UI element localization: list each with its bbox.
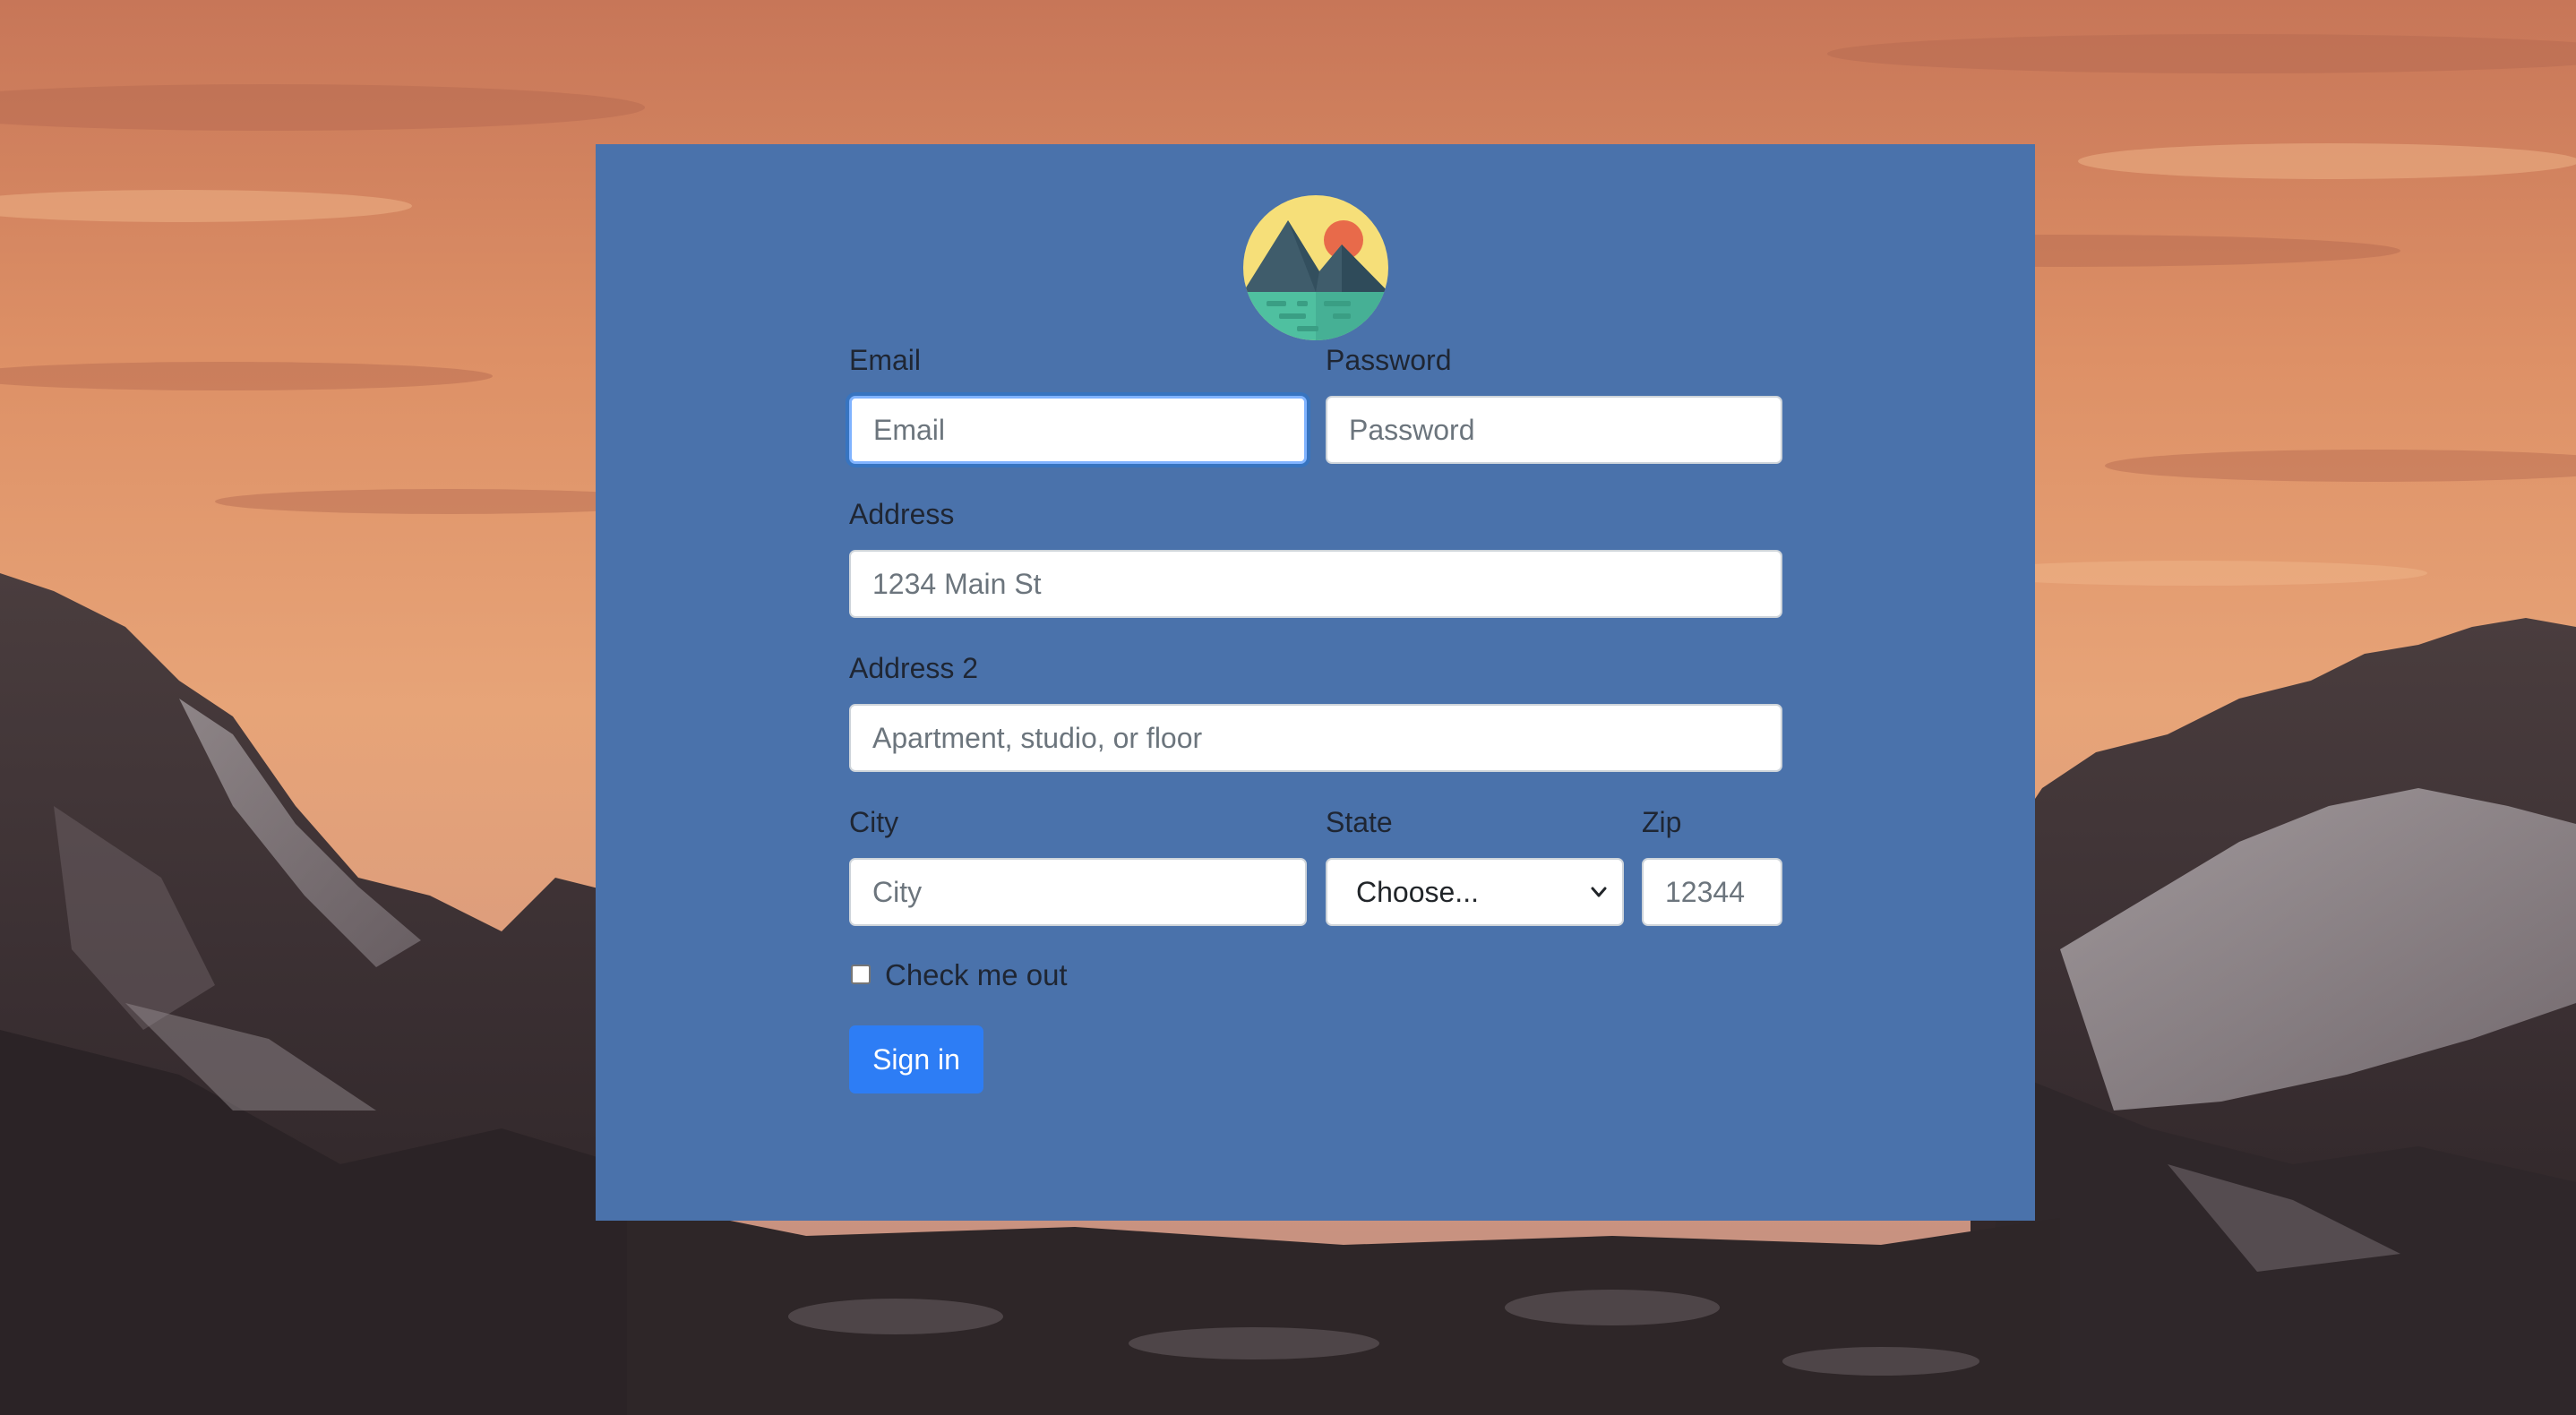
check-me-out-label[interactable]: Check me out (885, 957, 1068, 993)
address2-input[interactable]: Apartment, studio, or floor (849, 704, 1782, 772)
state-select[interactable]: Choose... (1326, 858, 1624, 926)
email-label: Email (849, 344, 922, 376)
sign-in-button[interactable]: Sign in (849, 1025, 983, 1093)
chevron-down-icon (1591, 887, 1607, 897)
state-selected-value: Choose... (1356, 876, 1479, 908)
state-label: State (1326, 806, 1393, 838)
address-label: Address (849, 498, 955, 530)
address-input[interactable]: 1234 Main St (849, 550, 1782, 618)
check-me-out-checkbox[interactable] (851, 965, 871, 984)
mountain-logo-icon (1243, 195, 1388, 340)
email-input[interactable]: Email (849, 396, 1307, 464)
password-input[interactable]: Password (1326, 396, 1782, 464)
zip-input[interactable]: 12344 (1642, 858, 1782, 926)
city-input[interactable]: City (849, 858, 1307, 926)
password-label: Password (1326, 344, 1452, 376)
zip-label: Zip (1642, 806, 1682, 838)
address2-label: Address 2 (849, 652, 979, 684)
city-label: City (849, 806, 899, 838)
